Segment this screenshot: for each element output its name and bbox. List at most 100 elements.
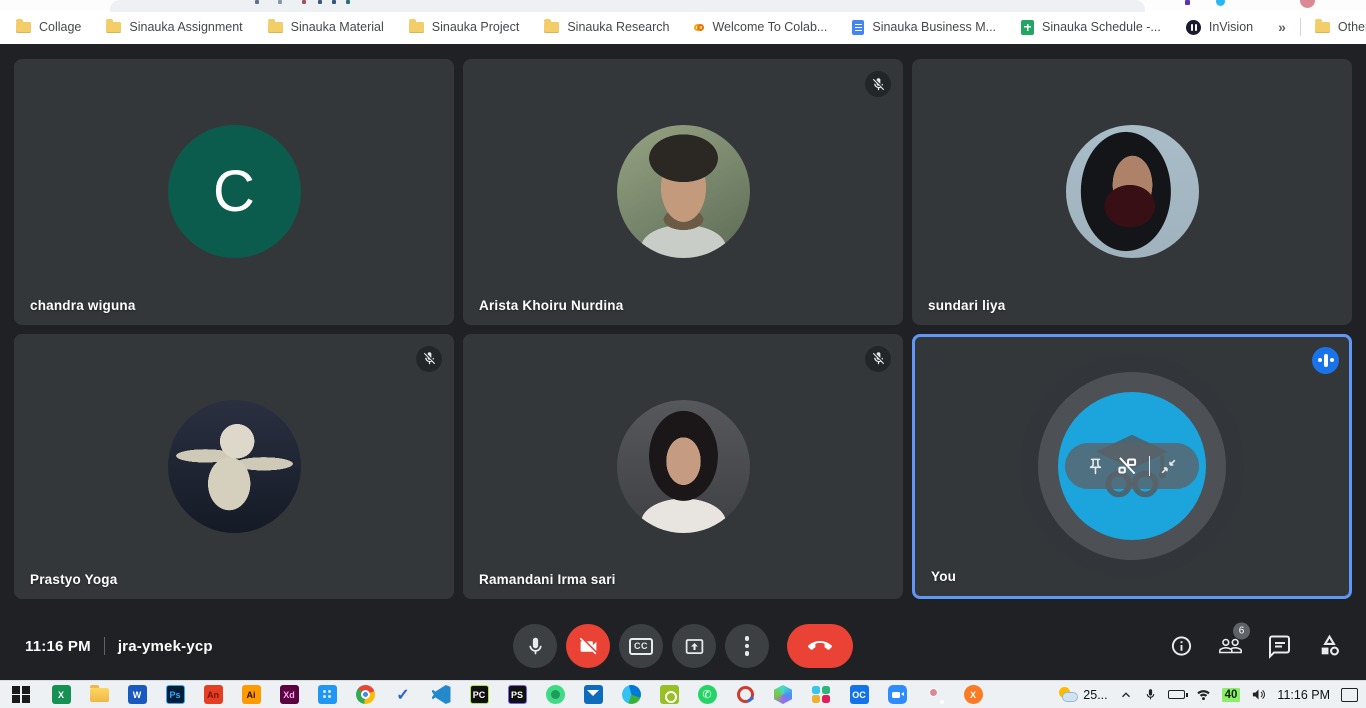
- clock-label: 11:16 PM: [1277, 688, 1330, 702]
- participants-button[interactable]: 6: [1218, 634, 1243, 659]
- taskbar-slack[interactable]: [802, 681, 840, 708]
- tray-clock[interactable]: 11:16 PM: [1277, 681, 1330, 708]
- pin-tile-button[interactable]: [1086, 457, 1105, 476]
- taskbar-chrome-profile[interactable]: [916, 681, 954, 708]
- extension-icon-fragment[interactable]: [1185, 0, 1190, 5]
- start-button[interactable]: [0, 681, 42, 708]
- taskbar-chrome[interactable]: [346, 681, 384, 708]
- pip-off-icon: [1114, 453, 1140, 479]
- taskbar-animate[interactable]: An: [194, 681, 232, 708]
- weather-icon: [1058, 687, 1078, 703]
- oc-app-icon: OC: [850, 685, 869, 704]
- taskbar-zoom[interactable]: [878, 681, 916, 708]
- tray-microphone[interactable]: [1144, 681, 1157, 708]
- taskbar-file-explorer[interactable]: [80, 681, 118, 708]
- taskbar-vscode[interactable]: [422, 681, 460, 708]
- participant-tile-you[interactable]: You: [912, 334, 1352, 600]
- hang-up-button[interactable]: [787, 624, 853, 668]
- google-sheets-icon: [1021, 20, 1034, 35]
- browser-toolbar-edge: [0, 0, 1366, 10]
- activities-button[interactable]: [1317, 634, 1342, 659]
- avatar-photo: [1066, 125, 1199, 258]
- participant-tile-prastyo[interactable]: Prastyo Yoga: [14, 334, 454, 600]
- bookmarks-overflow-chevron[interactable]: »: [1278, 19, 1286, 35]
- taskbar-corel[interactable]: [726, 681, 764, 708]
- tray-volume[interactable]: [1251, 681, 1266, 708]
- bookmark-sinauka-material[interactable]: Sinauka Material: [268, 20, 384, 34]
- chat-button[interactable]: [1268, 634, 1292, 658]
- chat-icon: [1268, 634, 1292, 658]
- meeting-details-button[interactable]: [1170, 635, 1193, 658]
- taskbar-camera-app[interactable]: [650, 681, 688, 708]
- meet-video-grid: C chandra wiguna Arista Khoiru Nurdina s…: [0, 44, 1366, 612]
- taskbar-word[interactable]: W: [118, 681, 156, 708]
- system-tray: 25... 40 11:16 PM: [1058, 681, 1366, 708]
- more-options-button[interactable]: [725, 624, 769, 668]
- tray-battery-percent[interactable]: 40: [1222, 681, 1241, 708]
- captions-icon: CC: [629, 638, 653, 655]
- taskbar-illustrator[interactable]: Ai: [232, 681, 270, 708]
- todo-check-icon: ✓: [396, 685, 409, 705]
- bookmark-sinauka-schedule[interactable]: Sinauka Schedule -...: [1021, 20, 1161, 35]
- tile-hover-toolbar: [1065, 443, 1199, 489]
- taskbar-mail[interactable]: [574, 681, 612, 708]
- taskbar-whatsapp[interactable]: ✆: [688, 681, 726, 708]
- collapse-icon: [1159, 457, 1178, 476]
- taskbar-oc-app[interactable]: OC: [840, 681, 878, 708]
- folder-icon: [544, 22, 559, 33]
- bookmarks-bar: Collage Sinauka Assignment Sinauka Mater…: [0, 10, 1366, 44]
- taskbar-android[interactable]: [536, 681, 574, 708]
- taskbar-excel[interactable]: X: [42, 681, 80, 708]
- bookmark-welcome-to-colab[interactable]: Welcome To Colab...: [694, 20, 827, 34]
- weather-widget[interactable]: 25...: [1058, 681, 1107, 708]
- chevron-up-icon: [1119, 688, 1133, 702]
- present-button[interactable]: [672, 624, 716, 668]
- bookmark-sinauka-assignment[interactable]: Sinauka Assignment: [106, 20, 242, 34]
- bookmark-invision[interactable]: InVision: [1186, 20, 1253, 35]
- battery-icon: [1168, 690, 1185, 699]
- taskbar-photoshop[interactable]: Ps: [156, 681, 194, 708]
- participant-tile-sundari[interactable]: sundari liya: [912, 59, 1352, 325]
- phpstorm-icon: PS: [508, 685, 527, 704]
- other-bookmarks-label: Other bookmarks: [1338, 20, 1366, 34]
- profile-avatar-fragment[interactable]: [1300, 0, 1315, 8]
- minimize-tile-button[interactable]: [1159, 457, 1178, 476]
- mic-button[interactable]: [513, 624, 557, 668]
- taskbar-todo[interactable]: ✓: [384, 681, 422, 708]
- toolbar-icon-fragment: [302, 0, 306, 4]
- taskbar-hexagon-app[interactable]: [764, 681, 802, 708]
- avatar-photo: [617, 125, 750, 258]
- adobe-xd-icon: Xd: [280, 685, 299, 704]
- meeting-code: jra-ymek-ycp: [118, 638, 213, 655]
- remove-tile-button[interactable]: [1114, 453, 1140, 479]
- corel-icon: [737, 686, 754, 703]
- participant-tile-ramandani[interactable]: Ramandani Irma sari: [463, 334, 903, 600]
- action-center-button[interactable]: [1341, 681, 1358, 708]
- camera-off-button[interactable]: [566, 624, 610, 668]
- taskbar-calendar[interactable]: [308, 681, 346, 708]
- taskbar-phpstorm[interactable]: PS: [498, 681, 536, 708]
- bookmark-sinauka-project[interactable]: Sinauka Project: [409, 20, 520, 34]
- invision-icon: [1186, 20, 1201, 35]
- participant-tile-arista[interactable]: Arista Khoiru Nurdina: [463, 59, 903, 325]
- bookmark-sinauka-research[interactable]: Sinauka Research: [544, 20, 669, 34]
- bookmark-label: Sinauka Project: [432, 20, 520, 34]
- tray-network[interactable]: [1196, 681, 1211, 708]
- other-bookmarks[interactable]: Other bookmarks: [1315, 20, 1366, 34]
- bookmark-sinauka-business[interactable]: Sinauka Business M...: [852, 20, 996, 35]
- taskbar-xampp[interactable]: X: [954, 681, 992, 708]
- tray-battery[interactable]: [1168, 681, 1185, 708]
- extension-icon-fragment[interactable]: [1216, 0, 1225, 6]
- folder-icon: [409, 22, 424, 33]
- participant-tile-chandra[interactable]: C chandra wiguna: [14, 59, 454, 325]
- taskbar-pycharm[interactable]: PC: [460, 681, 498, 708]
- tray-overflow-chevron[interactable]: [1119, 681, 1133, 708]
- temperature-label: 25...: [1083, 688, 1107, 702]
- bookmark-collage[interactable]: Collage: [16, 20, 81, 34]
- captions-button[interactable]: CC: [619, 624, 663, 668]
- address-bar-fragment[interactable]: [110, 0, 1145, 12]
- taskbar-adobe-xd[interactable]: Xd: [270, 681, 308, 708]
- pin-icon: [1086, 457, 1105, 476]
- mic-icon: [525, 636, 546, 657]
- taskbar-edge[interactable]: [612, 681, 650, 708]
